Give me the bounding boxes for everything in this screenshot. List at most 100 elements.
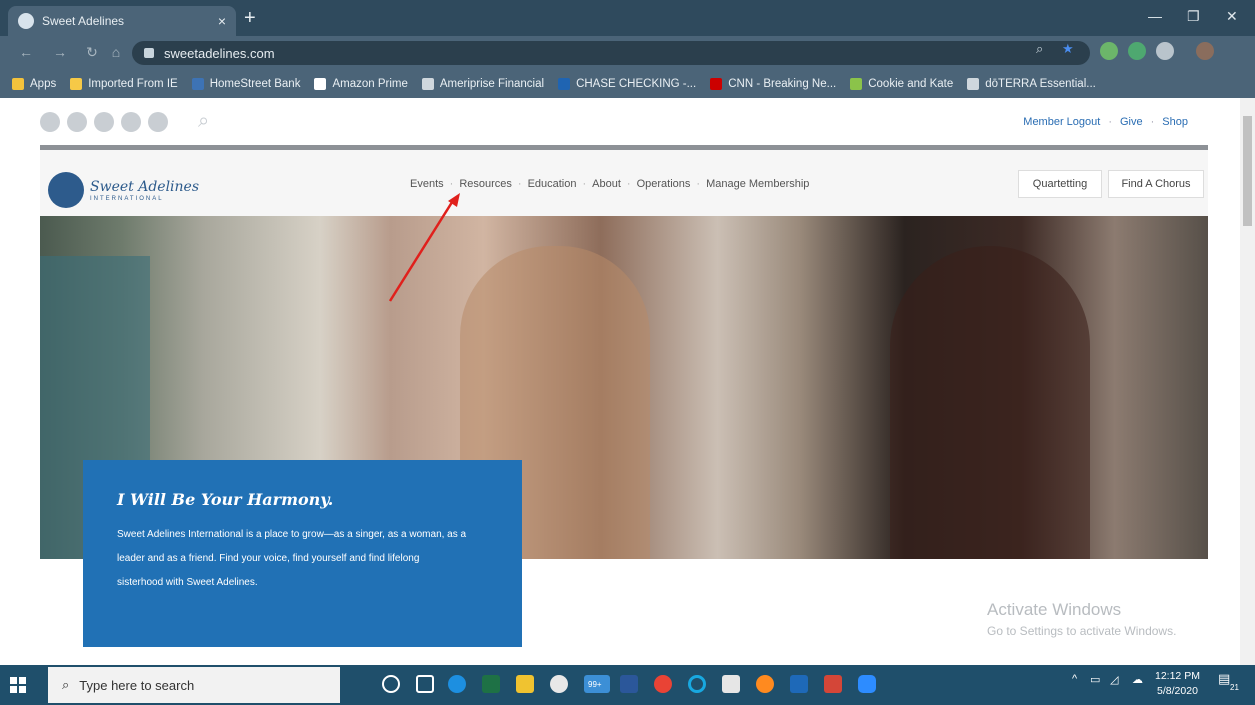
badge-count: 99+ bbox=[588, 680, 602, 689]
logo-subtext: INTERNATIONAL bbox=[90, 196, 164, 202]
shop-link[interactable]: Shop bbox=[1162, 116, 1188, 128]
action-center-icon[interactable]: ▤ bbox=[1218, 671, 1230, 687]
profile-avatar[interactable] bbox=[1196, 42, 1214, 60]
url-text: sweetadelines.com bbox=[164, 45, 275, 61]
file-explorer-icon[interactable] bbox=[516, 675, 534, 693]
instagram-icon[interactable] bbox=[148, 112, 168, 132]
scrollbar-thumb[interactable] bbox=[1243, 116, 1252, 226]
bookmark-label: dōTERRA Essential... bbox=[985, 78, 1096, 90]
tray-chevron-icon[interactable]: ^ bbox=[1072, 673, 1077, 685]
bookmark-favicon-icon bbox=[967, 78, 980, 90]
zoom-app-icon[interactable] bbox=[858, 675, 876, 693]
bookmark-item[interactable]: HomeStreet Bank bbox=[191, 78, 300, 90]
new-tab-button[interactable]: + bbox=[244, 8, 256, 28]
find-a-chorus-button[interactable]: Find A Chorus bbox=[1108, 170, 1204, 198]
site-favicon-icon bbox=[18, 13, 34, 29]
browser-tab[interactable]: Sweet Adelines × bbox=[8, 6, 236, 36]
nav-manage-membership[interactable]: Manage Membership bbox=[706, 178, 809, 190]
task-view-icon[interactable] bbox=[416, 675, 434, 693]
give-link[interactable]: Give bbox=[1120, 116, 1143, 128]
cortana-ring-icon[interactable] bbox=[688, 675, 706, 693]
bookmark-label: CNN - Breaking Ne... bbox=[728, 78, 837, 90]
settings-icon[interactable] bbox=[550, 675, 568, 693]
annotation-arrow bbox=[388, 193, 460, 302]
watermark-title: Activate Windows bbox=[987, 600, 1122, 619]
tab-close-icon[interactable]: × bbox=[218, 13, 226, 29]
bookmark-label: Apps bbox=[30, 78, 57, 90]
bookmark-item[interactable]: Apps bbox=[12, 78, 56, 90]
utility-bar: ⌕ Member Logout · Give · Shop bbox=[0, 98, 1240, 146]
logo-emblem-icon bbox=[48, 172, 84, 208]
twitter-icon[interactable] bbox=[67, 112, 87, 132]
windows-start-icon[interactable] bbox=[10, 677, 26, 693]
extension-icon[interactable] bbox=[1156, 42, 1174, 60]
pinterest-icon[interactable] bbox=[121, 112, 141, 132]
separator: · bbox=[1150, 116, 1155, 128]
nav-about[interactable]: About bbox=[592, 178, 621, 190]
bookmark-item[interactable]: CHASE CHECKING -... bbox=[558, 78, 696, 90]
close-window-icon[interactable]: ✕ bbox=[1226, 8, 1238, 25]
nav-education[interactable]: Education bbox=[528, 178, 577, 190]
quartetting-button[interactable]: Quartetting bbox=[1018, 170, 1102, 198]
page-scrollbar[interactable] bbox=[1240, 98, 1255, 665]
edge-icon[interactable] bbox=[448, 675, 466, 693]
firefox-icon[interactable] bbox=[756, 675, 774, 693]
bookmark-item[interactable]: dōTERRA Essential... bbox=[967, 78, 1096, 90]
notification-count: 21 bbox=[1230, 683, 1239, 692]
cortana-icon[interactable] bbox=[382, 675, 400, 693]
gmail-icon[interactable] bbox=[824, 675, 842, 693]
member-logout-link[interactable]: Member Logout bbox=[1023, 116, 1100, 128]
clock-date: 5/8/2020 bbox=[1157, 685, 1198, 697]
forward-icon[interactable]: → bbox=[52, 44, 68, 60]
network-icon[interactable]: ▭ bbox=[1090, 673, 1100, 686]
chrome-icon[interactable] bbox=[654, 675, 672, 693]
news-app-icon[interactable] bbox=[790, 675, 808, 693]
youtube-icon[interactable] bbox=[94, 112, 114, 132]
zoom-icon[interactable]: ⌕ bbox=[1036, 41, 1043, 57]
bookmark-label: Ameriprise Financial bbox=[439, 78, 545, 90]
separator: · bbox=[1108, 116, 1112, 128]
excel-icon[interactable] bbox=[482, 675, 500, 693]
site-logo[interactable]: Sweet Adelines INTERNATIONAL bbox=[48, 172, 199, 208]
site-search-icon[interactable]: ⌕ bbox=[198, 110, 209, 133]
bookmark-label: Amazon Prime bbox=[332, 78, 408, 90]
onedrive-icon[interactable]: ☁ bbox=[1132, 673, 1143, 686]
separator: · bbox=[517, 178, 522, 190]
separator: · bbox=[626, 178, 631, 190]
bookmark-favicon-icon bbox=[850, 78, 863, 90]
back-icon[interactable]: ← bbox=[18, 44, 34, 60]
restore-icon[interactable]: ❐ bbox=[1187, 8, 1200, 25]
promo-card: I Will Be Your Harmony. Sweet Adelines I… bbox=[83, 460, 522, 647]
separator: · bbox=[696, 178, 701, 190]
minimize-icon[interactable]: — bbox=[1148, 8, 1162, 24]
bookmark-item[interactable]: Imported From IE bbox=[70, 78, 178, 90]
home-icon[interactable]: ⌂ bbox=[108, 44, 124, 60]
calculator-icon[interactable] bbox=[722, 675, 740, 693]
nav-events[interactable]: Events bbox=[410, 178, 444, 190]
system-clock[interactable]: 12:12 PM 5/8/2020 bbox=[1155, 669, 1200, 699]
volume-icon[interactable]: ◿ bbox=[1110, 673, 1118, 686]
bookmark-favicon-icon bbox=[314, 78, 327, 90]
mail-app-icon[interactable]: 99+ bbox=[584, 675, 610, 693]
bookmark-item[interactable]: Ameriprise Financial bbox=[421, 78, 545, 90]
search-icon: ⌕ bbox=[62, 677, 70, 692]
word-icon[interactable] bbox=[620, 675, 638, 693]
taskbar-search[interactable]: ⌕ Type here to search bbox=[48, 667, 340, 703]
bookmark-favicon-icon bbox=[12, 78, 24, 90]
nav-operations[interactable]: Operations bbox=[637, 178, 691, 190]
facebook-icon[interactable] bbox=[40, 112, 60, 132]
bookmark-star-icon[interactable]: ★ bbox=[1062, 41, 1074, 57]
bookmark-item[interactable]: CNN - Breaking Ne... bbox=[710, 78, 836, 90]
logo-text: Sweet Adelines bbox=[90, 179, 200, 195]
extension-icon[interactable] bbox=[1100, 42, 1118, 60]
social-links bbox=[40, 112, 168, 132]
bookmark-item[interactable]: Cookie and Kate bbox=[850, 78, 953, 90]
reload-icon[interactable]: ↻ bbox=[84, 44, 100, 60]
hero-person bbox=[890, 246, 1090, 559]
tab-title: Sweet Adelines bbox=[42, 14, 125, 28]
nav-resources[interactable]: Resources bbox=[459, 178, 512, 190]
extension-icon[interactable] bbox=[1128, 42, 1146, 60]
bookmark-item[interactable]: Amazon Prime bbox=[314, 78, 408, 90]
address-bar[interactable]: sweetadelines.com bbox=[132, 41, 1090, 65]
bookmark-favicon-icon bbox=[191, 78, 204, 90]
